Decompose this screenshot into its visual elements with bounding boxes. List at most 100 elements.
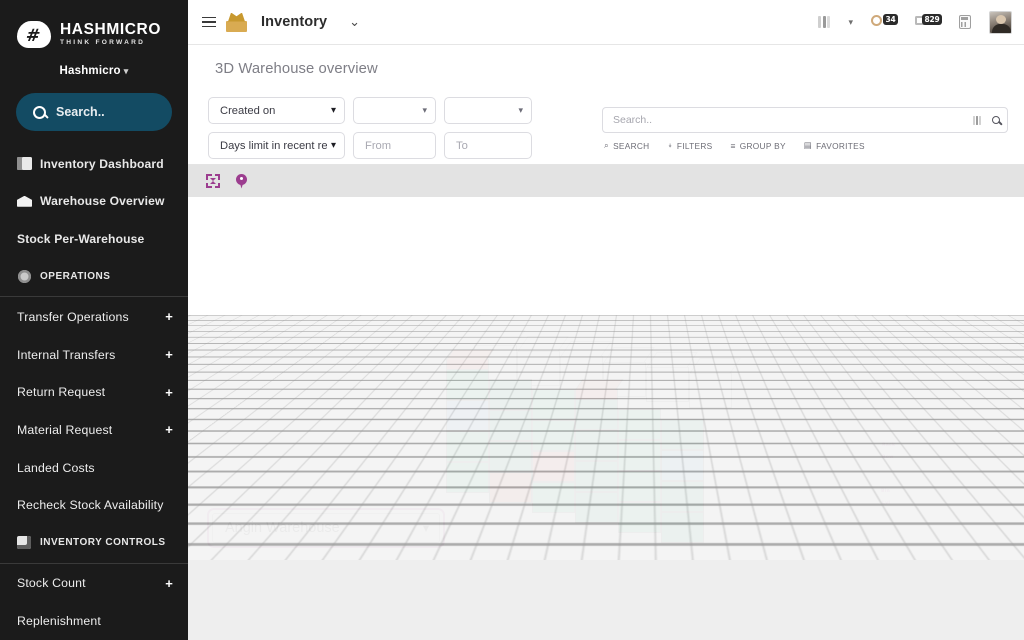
rack-slot[interactable]: [661, 419, 704, 450]
rack-slot[interactable]: [489, 441, 532, 472]
expand-plus-icon[interactable]: +: [165, 310, 173, 323]
rack-slot[interactable]: [618, 409, 661, 440]
from-input[interactable]: From: [353, 132, 436, 159]
brand-logo[interactable]: # HASHMICRO THINK FORWARD: [0, 0, 188, 54]
rack-slot[interactable]: [661, 481, 704, 512]
created-on-select[interactable]: Created on ▾: [208, 97, 345, 124]
expand-plus-icon[interactable]: +: [165, 423, 173, 436]
created-on-value-select[interactable]: ▾: [444, 97, 532, 124]
expand-plus-icon[interactable]: +: [165, 386, 173, 399]
fullscreen-button[interactable]: [206, 174, 220, 188]
sidebar-divider: [0, 563, 188, 564]
search-input[interactable]: Search..: [602, 107, 1008, 133]
rack-slot[interactable]: [661, 512, 704, 543]
sidebar-item-landed-costs[interactable]: Landed Costs: [0, 449, 188, 487]
rack-slot[interactable]: [618, 440, 661, 471]
tenant-label: Hashmicro: [60, 65, 121, 77]
tool-label: SEARCH: [613, 141, 649, 151]
sidebar-item-label: Landed Costs: [17, 461, 173, 475]
sidebar-search-input[interactable]: Search..: [16, 93, 172, 131]
sidebar-item-label: Internal Transfers: [17, 348, 165, 362]
rack-slot[interactable]: [532, 482, 575, 513]
brand-subtitle: THINK FORWARD: [60, 40, 161, 47]
warehouse-3d-viewport[interactable]: Rack Row Bin Lvl Angin Warehouse ▾: [188, 197, 1024, 560]
created-on-operator-select[interactable]: ▾: [353, 97, 436, 124]
rack-slot[interactable]: [575, 461, 618, 492]
search-icon[interactable]: [992, 116, 1001, 125]
warehouse-icon: [17, 195, 32, 208]
sidebar-item-stock-per-warehouse[interactable]: Stock Per-Warehouse: [0, 220, 188, 258]
sidebar-section-inventory-controls[interactable]: INVENTORY CONTROLS: [0, 524, 188, 562]
rack-slot[interactable]: [618, 471, 661, 502]
rack-slot[interactable]: [618, 502, 661, 533]
expand-plus-icon[interactable]: +: [165, 577, 173, 590]
rack-slot[interactable]: [532, 451, 575, 482]
3d-scene: Rack Row Bin Lvl: [188, 197, 1024, 560]
mini-bars-icon[interactable]: [973, 116, 983, 125]
expand-plus-icon[interactable]: +: [165, 348, 173, 361]
chevron-down-icon: ▾: [422, 106, 427, 115]
rack-slot[interactable]: [489, 410, 532, 441]
search-tool-favorites[interactable]: ▤ FAVORITES: [804, 140, 865, 151]
messages-icon[interactable]: 829: [915, 14, 941, 30]
sidebar-item-replenishment[interactable]: Replenishment: [0, 602, 188, 640]
app-name: Inventory: [261, 14, 327, 30]
sidebar-item-return-request[interactable]: Return Request +: [0, 373, 188, 411]
sidebar-item-label: Transfer Operations: [17, 310, 165, 324]
rack-slot[interactable]: [446, 431, 489, 462]
search-tool-group-by[interactable]: ≡ GROUP BY: [730, 140, 785, 151]
activity-icon[interactable]: 34: [871, 14, 897, 30]
rack-slot[interactable]: [446, 400, 489, 431]
filter-row-1: Created on ▾ ▾ ▾: [208, 97, 532, 124]
to-input[interactable]: To: [444, 132, 532, 159]
sidebar-item-warehouse-overview[interactable]: Warehouse Overview: [0, 183, 188, 221]
user-avatar[interactable]: [989, 11, 1012, 34]
rack-slot[interactable]: [575, 399, 618, 430]
sidebar-item-recheck-stock-availability[interactable]: Recheck Stock Availability: [0, 486, 188, 524]
calculator-icon[interactable]: [959, 15, 971, 29]
hash-glyph: #: [25, 26, 41, 46]
empty-rack-slot[interactable]: [646, 367, 689, 402]
rack-slot[interactable]: [446, 462, 489, 493]
sidebar-section-operations[interactable]: OPERATIONS: [0, 258, 188, 296]
rack-slot[interactable]: [446, 369, 489, 400]
filter-row-2: Days limit in recent rep ▾ From To: [208, 132, 532, 159]
sidebar-divider: [0, 296, 188, 297]
rack-slot[interactable]: [532, 420, 575, 451]
rack-slot[interactable]: [661, 450, 704, 481]
rack-slot[interactable]: [532, 389, 575, 420]
sidebar-item-transfer-operations[interactable]: Transfer Operations +: [0, 298, 188, 336]
sidebar-search-placeholder: Search..: [56, 105, 105, 119]
rack-slot[interactable]: [575, 430, 618, 461]
rack-slot[interactable]: [575, 492, 618, 523]
sidebar-item-label: Stock Count: [17, 576, 165, 590]
days-limit-select[interactable]: Days limit in recent rep ▾: [208, 132, 345, 159]
warehouse-select-value: Angin Warehouse: [225, 520, 340, 536]
warehouse-select-wrapper: Angin Warehouse ▾: [207, 508, 445, 548]
sidebar-item-label: Replenishment: [17, 614, 173, 628]
search-tool-search[interactable]: ⌕ SEARCH: [604, 140, 649, 151]
view-bars-icon[interactable]: [818, 16, 832, 28]
sidebar-item-internal-transfers[interactable]: Internal Transfers +: [0, 336, 188, 374]
select-value: Days limit in recent rep: [220, 140, 327, 152]
search-tool-filters[interactable]: ⍖ FILTERS: [667, 140, 712, 151]
rack-slot[interactable]: [489, 379, 532, 410]
sidebar-section-label: OPERATIONS: [40, 271, 173, 282]
rack-slot[interactable]: [489, 472, 532, 503]
empty-rack-slot[interactable]: [689, 373, 732, 408]
warehouse-floor-grid: [188, 197, 1024, 315]
chevron-down-icon[interactable]: ⌄: [349, 14, 360, 30]
warehouse-select[interactable]: Angin Warehouse ▾: [212, 513, 440, 543]
sidebar-item-inventory-dashboard[interactable]: Inventory Dashboard: [0, 145, 188, 183]
hamburger-icon[interactable]: [202, 17, 216, 28]
dashboard-icon: [17, 157, 32, 170]
inventory-box-icon: [225, 13, 248, 32]
location-button[interactable]: [236, 174, 247, 189]
tenant-switcher[interactable]: Hashmicro▾: [0, 54, 188, 77]
chevron-down-icon[interactable]: ▾: [848, 17, 853, 28]
sidebar-item-material-request[interactable]: Material Request +: [0, 411, 188, 449]
search-toolbar: ⌕ SEARCH ⍖ FILTERS ≡ GROUP BY ▤ FAVORITE…: [602, 140, 1008, 151]
sidebar-item-stock-count[interactable]: Stock Count +: [0, 565, 188, 603]
brand-title: HASHMICRO: [60, 22, 161, 38]
sidebar-item-label: Recheck Stock Availability: [17, 498, 173, 512]
